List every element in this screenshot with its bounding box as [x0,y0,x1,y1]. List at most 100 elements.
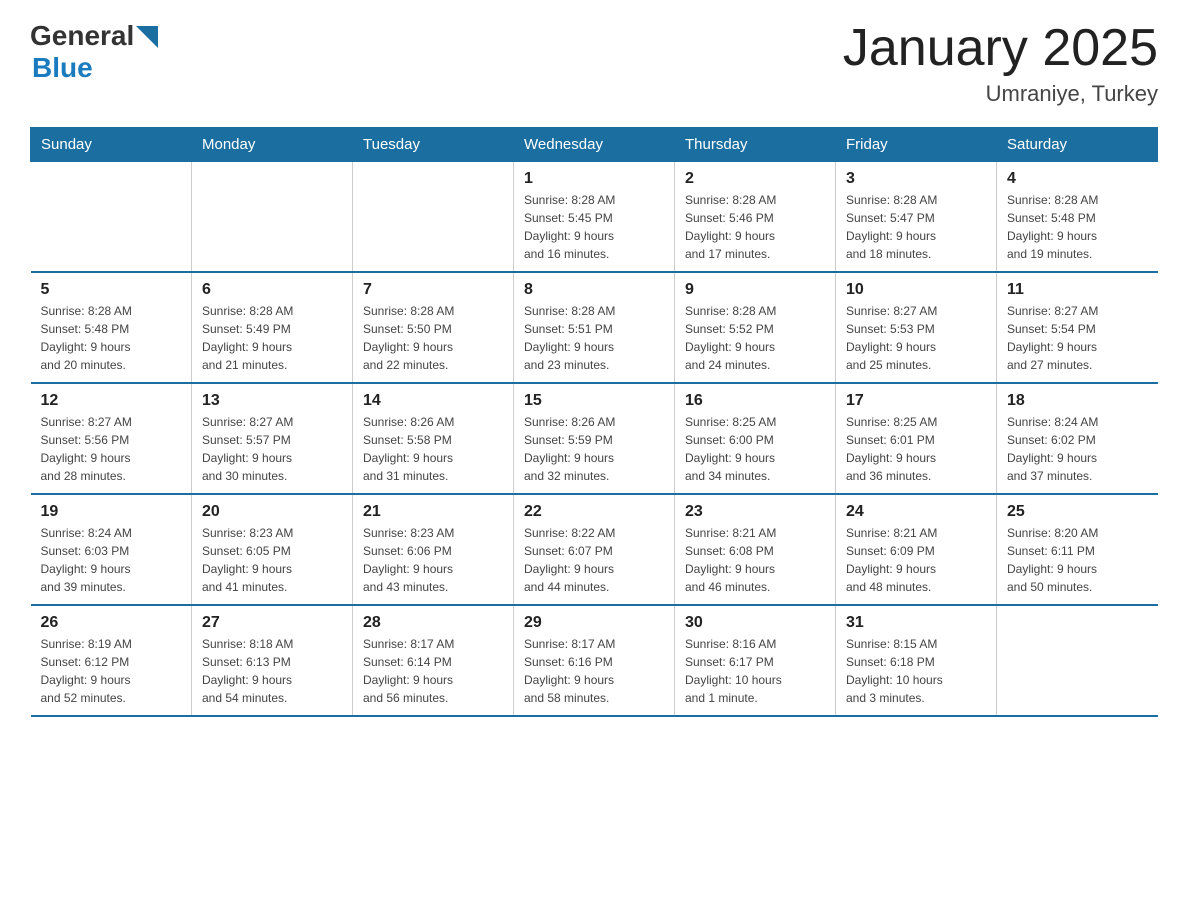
week-row-1: 1 Sunrise: 8:28 AM Sunset: 5:45 PM Daylig… [31,162,1158,273]
day-number: 17 [846,392,986,410]
day-info: Sunrise: 8:24 AM Sunset: 6:02 PM Dayligh… [1007,413,1148,485]
day-cell: 4 Sunrise: 8:28 AM Sunset: 5:48 PM Daylig… [997,162,1158,273]
day-info: Sunrise: 8:25 AM Sunset: 6:01 PM Dayligh… [846,413,986,485]
day-cell: 6 Sunrise: 8:28 AM Sunset: 5:49 PM Daylig… [192,272,353,383]
week-row-4: 19Sunrise: 8:24 AM Sunset: 6:03 PM Dayli… [31,494,1158,605]
day-number: 6 [202,281,342,299]
day-number: 20 [202,503,342,521]
day-info: Sunrise: 8:28 AM Sunset: 5:45 PM Dayligh… [524,191,664,263]
day-cell: 10 Sunrise: 8:27 AM Sunset: 5:53 PM Dayli… [836,272,997,383]
day-info: Sunrise: 8:26 AM Sunset: 5:59 PM Dayligh… [524,413,664,485]
day-number: 3 [846,170,986,188]
day-number: 13 [202,392,342,410]
calendar-title: January 2025 [843,20,1158,77]
day-info: Sunrise: 8:28 AM Sunset: 5:48 PM Dayligh… [41,302,182,374]
day-info: Sunrise: 8:15 AM Sunset: 6:18 PM Dayligh… [846,635,986,707]
day-cell: 5 Sunrise: 8:28 AM Sunset: 5:48 PM Daylig… [31,272,192,383]
calendar-table: SundayMondayTuesdayWednesdayThursdayFrid… [30,127,1158,717]
day-cell: 15 Sunrise: 8:26 AM Sunset: 5:59 PM Dayli… [514,383,675,494]
day-info: Sunrise: 8:28 AM Sunset: 5:52 PM Dayligh… [685,302,825,374]
day-cell [31,162,192,273]
day-number: 9 [685,281,825,299]
header-cell-saturday: Saturday [997,128,1158,162]
logo-blue: Blue [32,52,158,84]
header-cell-wednesday: Wednesday [514,128,675,162]
day-info: Sunrise: 8:18 AM Sunset: 6:13 PM Dayligh… [202,635,342,707]
day-number: 1 [524,170,664,188]
day-number: 12 [41,392,182,410]
logo: General Blue [30,20,158,84]
day-number: 16 [685,392,825,410]
day-cell: 27 Sunrise: 8:18 AM Sunset: 6:13 PM Dayli… [192,605,353,716]
title-section: January 2025 Umraniye, Turkey [843,20,1158,107]
day-cell: 16 Sunrise: 8:25 AM Sunset: 6:00 PM Dayli… [675,383,836,494]
day-number: 22 [524,503,664,521]
day-number: 15 [524,392,664,410]
calendar-subtitle: Umraniye, Turkey [843,81,1158,107]
day-number: 31 [846,614,986,632]
day-info: Sunrise: 8:16 AM Sunset: 6:17 PM Dayligh… [685,635,825,707]
day-info: Sunrise: 8:27 AM Sunset: 5:57 PM Dayligh… [202,413,342,485]
day-info: Sunrise: 8:23 AM Sunset: 6:05 PM Dayligh… [202,524,342,596]
day-cell: 25 Sunrise: 8:20 AM Sunset: 6:11 PM Dayli… [997,494,1158,605]
header-cell-sunday: Sunday [31,128,192,162]
day-info: Sunrise: 8:27 AM Sunset: 5:54 PM Dayligh… [1007,302,1148,374]
day-number: 11 [1007,281,1148,299]
day-cell [192,162,353,273]
day-cell: 2 Sunrise: 8:28 AM Sunset: 5:46 PM Daylig… [675,162,836,273]
week-row-5: 26Sunrise: 8:19 AM Sunset: 6:12 PM Dayli… [31,605,1158,716]
day-number: 30 [685,614,825,632]
day-info: Sunrise: 8:28 AM Sunset: 5:50 PM Dayligh… [363,302,503,374]
day-cell: 26Sunrise: 8:19 AM Sunset: 6:12 PM Dayli… [31,605,192,716]
day-info: Sunrise: 8:23 AM Sunset: 6:06 PM Dayligh… [363,524,503,596]
day-cell: 14Sunrise: 8:26 AM Sunset: 5:58 PM Dayli… [353,383,514,494]
day-cell: 11 Sunrise: 8:27 AM Sunset: 5:54 PM Dayli… [997,272,1158,383]
week-row-3: 12 Sunrise: 8:27 AM Sunset: 5:56 PM Dayli… [31,383,1158,494]
day-number: 2 [685,170,825,188]
day-info: Sunrise: 8:20 AM Sunset: 6:11 PM Dayligh… [1007,524,1148,596]
day-info: Sunrise: 8:27 AM Sunset: 5:53 PM Dayligh… [846,302,986,374]
header-cell-tuesday: Tuesday [353,128,514,162]
day-cell: 3 Sunrise: 8:28 AM Sunset: 5:47 PM Daylig… [836,162,997,273]
page-header: General Blue January 2025 Umraniye, Turk… [30,20,1158,107]
day-number: 10 [846,281,986,299]
day-number: 29 [524,614,664,632]
day-cell: 1 Sunrise: 8:28 AM Sunset: 5:45 PM Daylig… [514,162,675,273]
day-info: Sunrise: 8:28 AM Sunset: 5:51 PM Dayligh… [524,302,664,374]
day-info: Sunrise: 8:22 AM Sunset: 6:07 PM Dayligh… [524,524,664,596]
day-number: 19 [41,503,182,521]
day-info: Sunrise: 8:25 AM Sunset: 6:00 PM Dayligh… [685,413,825,485]
day-number: 24 [846,503,986,521]
day-info: Sunrise: 8:17 AM Sunset: 6:14 PM Dayligh… [363,635,503,707]
logo-general: General [30,20,134,52]
day-info: Sunrise: 8:27 AM Sunset: 5:56 PM Dayligh… [41,413,182,485]
day-info: Sunrise: 8:28 AM Sunset: 5:49 PM Dayligh… [202,302,342,374]
day-number: 25 [1007,503,1148,521]
day-cell: 13 Sunrise: 8:27 AM Sunset: 5:57 PM Dayli… [192,383,353,494]
day-cell: 8Sunrise: 8:28 AM Sunset: 5:51 PM Daylig… [514,272,675,383]
day-cell: 29Sunrise: 8:17 AM Sunset: 6:16 PM Dayli… [514,605,675,716]
day-cell: 7 Sunrise: 8:28 AM Sunset: 5:50 PM Daylig… [353,272,514,383]
day-number: 28 [363,614,503,632]
day-info: Sunrise: 8:28 AM Sunset: 5:46 PM Dayligh… [685,191,825,263]
day-cell: 30 Sunrise: 8:16 AM Sunset: 6:17 PM Dayli… [675,605,836,716]
day-cell: 17 Sunrise: 8:25 AM Sunset: 6:01 PM Dayli… [836,383,997,494]
day-number: 27 [202,614,342,632]
day-number: 4 [1007,170,1148,188]
day-cell: 23Sunrise: 8:21 AM Sunset: 6:08 PM Dayli… [675,494,836,605]
day-info: Sunrise: 8:28 AM Sunset: 5:48 PM Dayligh… [1007,191,1148,263]
day-info: Sunrise: 8:21 AM Sunset: 6:08 PM Dayligh… [685,524,825,596]
day-cell: 12 Sunrise: 8:27 AM Sunset: 5:56 PM Dayli… [31,383,192,494]
day-number: 5 [41,281,182,299]
day-cell: 28 Sunrise: 8:17 AM Sunset: 6:14 PM Dayli… [353,605,514,716]
day-cell: 22 Sunrise: 8:22 AM Sunset: 6:07 PM Dayli… [514,494,675,605]
day-info: Sunrise: 8:19 AM Sunset: 6:12 PM Dayligh… [41,635,182,707]
day-cell: 21Sunrise: 8:23 AM Sunset: 6:06 PM Dayli… [353,494,514,605]
day-cell: 31 Sunrise: 8:15 AM Sunset: 6:18 PM Dayli… [836,605,997,716]
day-number: 7 [363,281,503,299]
day-info: Sunrise: 8:26 AM Sunset: 5:58 PM Dayligh… [363,413,503,485]
day-cell [353,162,514,273]
day-info: Sunrise: 8:28 AM Sunset: 5:47 PM Dayligh… [846,191,986,263]
header-cell-monday: Monday [192,128,353,162]
day-cell: 18Sunrise: 8:24 AM Sunset: 6:02 PM Dayli… [997,383,1158,494]
